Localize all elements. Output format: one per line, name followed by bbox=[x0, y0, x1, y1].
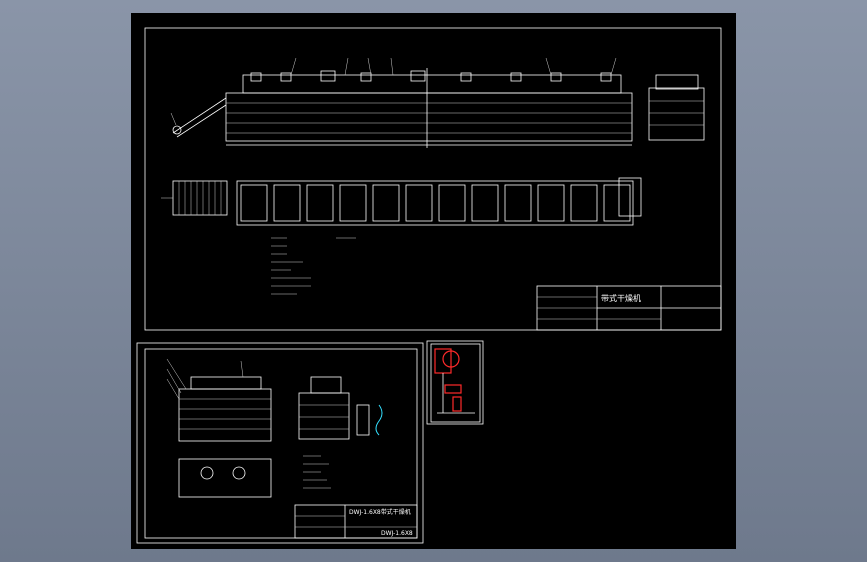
detail-sheet bbox=[426, 340, 484, 425]
main-title-block: 带式干燥机 bbox=[536, 285, 722, 331]
sub-code-text: DWJ-1.6X8 bbox=[381, 530, 413, 537]
dryer-plan-view bbox=[161, 177, 642, 226]
dryer-elevation-view bbox=[170, 57, 633, 148]
cyan-component bbox=[375, 404, 383, 436]
sub-title-text: DWJ-1.6X8带式干燥机 bbox=[349, 508, 411, 516]
drawing-svg: 带式干燥机 DWJ-1.6X8带式干燥机 DWJ-1.6X8 bbox=[136, 27, 722, 544]
main-title-text: 带式干燥机 bbox=[601, 293, 641, 303]
main-sheet: 带式干燥机 bbox=[144, 27, 722, 331]
cad-viewport[interactable]: 带式干燥机 DWJ-1.6X8带式干燥机 DWJ-1.6X8 bbox=[0, 0, 867, 562]
sub-plan-view bbox=[178, 458, 272, 498]
sub-end-view bbox=[298, 376, 383, 440]
main-sheet-border bbox=[144, 27, 722, 331]
sub-title-block: DWJ-1.6X8带式干燥机 DWJ-1.6X8 bbox=[294, 504, 418, 539]
sub-elevation-view bbox=[166, 358, 272, 442]
sub-sheet: DWJ-1.6X8带式干燥机 DWJ-1.6X8 bbox=[136, 342, 424, 544]
drawing-canvas[interactable]: 带式干燥机 DWJ-1.6X8带式干燥机 DWJ-1.6X8 bbox=[131, 13, 736, 549]
feed-conveyor bbox=[172, 97, 227, 138]
sub-notes bbox=[303, 455, 331, 489]
main-notes bbox=[271, 237, 356, 295]
dryer-end-view bbox=[648, 74, 705, 141]
